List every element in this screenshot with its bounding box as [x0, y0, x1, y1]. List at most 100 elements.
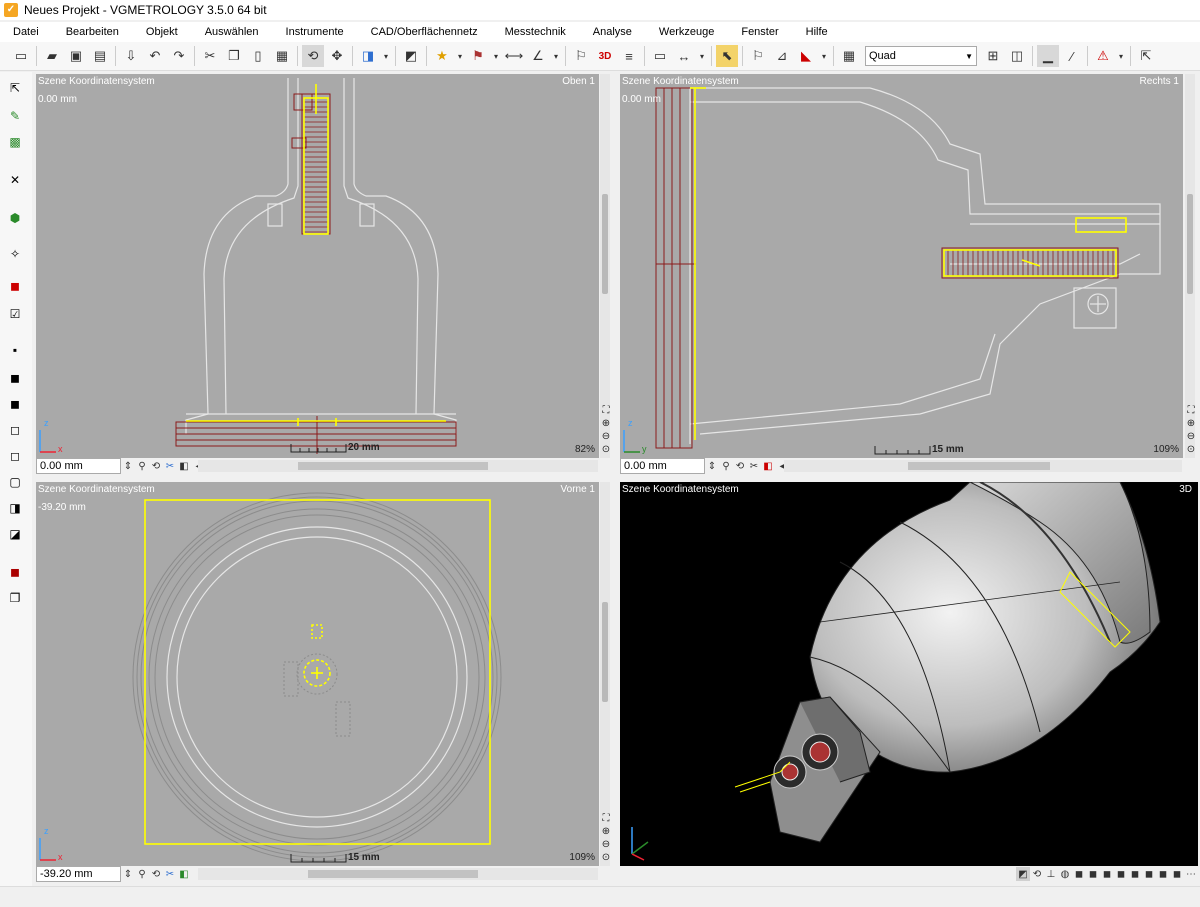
viewport-right-slice-input[interactable]: 0.00 mm	[620, 458, 705, 474]
viewport-top-slice-input[interactable]: 0.00 mm	[36, 458, 121, 474]
marker-icon[interactable]: ⚐	[747, 45, 769, 67]
menu-hilfe[interactable]: Hilfe	[793, 26, 842, 38]
dimension-icon[interactable]: ↔	[673, 45, 695, 67]
more-icon[interactable]: ⋯	[1184, 867, 1198, 881]
copy-tool-icon[interactable]: ❐	[5, 588, 25, 608]
view-front-icon[interactable]: ◍	[1058, 867, 1072, 881]
zoom-out-icon[interactable]: ⊖	[1187, 430, 1195, 443]
viewport-top[interactable]: Szene Koordinatensystem Oben 1 0.00 mm 2…	[36, 74, 599, 458]
scroll-thumb[interactable]	[908, 462, 1050, 470]
star-icon[interactable]: ★	[431, 45, 453, 67]
menu-messtechnik[interactable]: Messtechnik	[492, 26, 580, 38]
sync-icon[interactable]: ⟲	[149, 867, 163, 881]
color-icon[interactable]: ◧	[761, 459, 775, 473]
stepper-icon[interactable]: ⇕	[121, 459, 135, 473]
chevron-down-icon[interactable]: ▾	[551, 45, 561, 67]
layer-6-icon[interactable]: ▢	[5, 472, 25, 492]
perspective-icon[interactable]: ◩	[1016, 867, 1030, 881]
region-tool-icon[interactable]: ▩	[5, 132, 25, 152]
fit-view-icon[interactable]: ⛶	[603, 404, 610, 417]
chevron-down-icon[interactable]: ▾	[455, 45, 465, 67]
chevron-down-icon[interactable]: ▾	[1116, 45, 1126, 67]
save-as-icon[interactable]: ▤	[89, 45, 111, 67]
distance-icon[interactable]: ⟷	[503, 45, 525, 67]
stepper-icon[interactable]: ⇕	[705, 459, 719, 473]
section-icon[interactable]: ⊿	[771, 45, 793, 67]
view-bottom-icon[interactable]: ◼	[1128, 867, 1142, 881]
scroll-thumb[interactable]	[1187, 194, 1193, 294]
scroll-thumb[interactable]	[602, 602, 608, 702]
zoom-in-icon[interactable]: ⊕	[602, 825, 610, 838]
menu-cad[interactable]: CAD/Oberflächennetz	[358, 26, 492, 38]
grow-tool-icon[interactable]: ✧	[5, 244, 25, 264]
layer-2-icon[interactable]: ◼	[5, 368, 25, 388]
scroll-thumb[interactable]	[298, 462, 488, 470]
menu-auswaehlen[interactable]: Auswählen	[192, 26, 273, 38]
sync-icon[interactable]: ⟲	[1030, 867, 1044, 881]
view-iso2-icon[interactable]: ◼	[1156, 867, 1170, 881]
layer-7-icon[interactable]: ◨	[5, 498, 25, 518]
stepper-icon[interactable]: ⇕	[121, 867, 135, 881]
clip-icon[interactable]: ✂	[163, 459, 177, 473]
view-iso-icon[interactable]: ◼	[1142, 867, 1156, 881]
paste-icon[interactable]: ▯	[247, 45, 269, 67]
chevron-down-icon[interactable]: ▾	[491, 45, 501, 67]
sync-icon[interactable]: ⟲	[149, 459, 163, 473]
viewport-right-scrollbar[interactable]	[1185, 74, 1195, 458]
chevron-down-icon[interactable]: ▾	[381, 45, 391, 67]
zoom-icon[interactable]: ⊙	[602, 851, 610, 864]
comment-icon[interactable]: ▭	[649, 45, 671, 67]
layer-5-icon[interactable]: ◻	[5, 446, 25, 466]
erase-tool-icon[interactable]: ◼	[5, 276, 25, 296]
cut-icon[interactable]: ✂	[199, 45, 221, 67]
sync-icon[interactable]: ⟲	[733, 459, 747, 473]
select-tool-icon[interactable]: ⇱	[5, 78, 25, 98]
menu-objekt[interactable]: Objekt	[133, 26, 192, 38]
view-left-icon[interactable]: ◼	[1086, 867, 1100, 881]
zoom-in-icon[interactable]: ⊕	[602, 417, 610, 430]
menu-fenster[interactable]: Fenster	[728, 26, 792, 38]
warning-icon[interactable]: ⚠	[1092, 45, 1114, 67]
viewport-top-scrollbar[interactable]	[600, 74, 610, 458]
zoom-in-icon[interactable]: ⊕	[1187, 417, 1195, 430]
curve-icon[interactable]: ⁄	[1061, 45, 1083, 67]
import-icon[interactable]: ⇩	[120, 45, 142, 67]
axis-icon[interactable]: ⊥	[1044, 867, 1058, 881]
color-icon[interactable]: ◧	[177, 867, 191, 881]
layout-select[interactable]: Quad ▼	[865, 46, 977, 66]
view-back-icon[interactable]: ◼	[1072, 867, 1086, 881]
check-tool-icon[interactable]: ☑	[5, 304, 25, 324]
scroll-thumb[interactable]	[602, 194, 608, 294]
menu-analyse[interactable]: Analyse	[580, 26, 646, 38]
layout-quad-icon[interactable]: ⊞	[982, 45, 1004, 67]
zoom-out-icon[interactable]: ⊖	[602, 838, 610, 851]
select-box-icon[interactable]: ◨	[357, 45, 379, 67]
layer-4-icon[interactable]: ◻	[5, 420, 25, 440]
pointer-icon[interactable]: ⬉	[716, 45, 738, 67]
chevron-down-icon[interactable]: ▾	[697, 45, 707, 67]
clip-icon[interactable]: ◣	[795, 45, 817, 67]
color-icon[interactable]: ◧	[177, 459, 191, 473]
clip-icon[interactable]: ✂	[747, 459, 761, 473]
viewport-front-scrollbar[interactable]	[600, 482, 610, 866]
3d-view-icon[interactable]: 3D	[594, 45, 616, 67]
clip-icon[interactable]: ✂	[163, 867, 177, 881]
export-tool-icon[interactable]: ◼	[5, 562, 25, 582]
align-icon[interactable]: ≡	[618, 45, 640, 67]
fit-view-icon[interactable]: ⛶	[1188, 404, 1195, 417]
grid-icon[interactable]: ▦	[271, 45, 293, 67]
zoom-icon[interactable]: ⊙	[1187, 443, 1195, 456]
move-icon[interactable]: ✥	[326, 45, 348, 67]
fill-tool-icon[interactable]: ⬢	[5, 208, 25, 228]
pen-tool-icon[interactable]: ✎	[5, 106, 25, 126]
flag-icon[interactable]: ⚐	[570, 45, 592, 67]
measure-tool-icon[interactable]: ⚑	[467, 45, 489, 67]
split-tool-icon[interactable]: ✕	[5, 170, 25, 190]
menu-bearbeiten[interactable]: Bearbeiten	[53, 26, 133, 38]
undo-icon[interactable]: ↶	[144, 45, 166, 67]
copy-icon[interactable]: ❐	[223, 45, 245, 67]
export-icon[interactable]: ⇱	[1135, 45, 1157, 67]
layer-8-icon[interactable]: ◪	[5, 524, 25, 544]
layout-split-icon[interactable]: ◫	[1006, 45, 1028, 67]
menu-instrumente[interactable]: Instrumente	[273, 26, 358, 38]
